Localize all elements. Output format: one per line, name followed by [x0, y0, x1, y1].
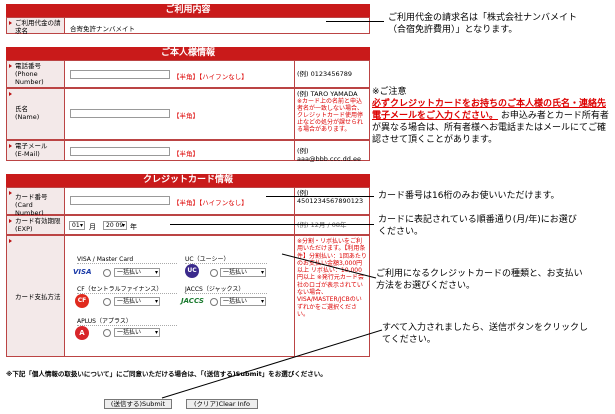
submit-callout-2: てください。: [382, 335, 436, 345]
card-number-example: (例) 4501234567890123: [294, 188, 369, 214]
usage-value: 合寄免許ナンバメイト: [70, 25, 135, 33]
card-payment-label: カード支払方法: [7, 236, 65, 356]
cf-payment-select[interactable]: 一括払い: [114, 297, 160, 306]
cf-radio[interactable]: [103, 298, 111, 306]
phone-row: 電話番号 (Phone Number) 【半角】【ハイフンなし】 (例) 012…: [6, 60, 370, 88]
name-example-note: ※カード上の名前と申込者名が一致しない場合、クレジットカード使用停止などの処分が…: [297, 98, 364, 133]
name-example: (例) TARO YAMADA ※カード上の名前と申込者名が一致しない場合、クレ…: [294, 89, 369, 139]
jaccs-payment-select[interactable]: 一括払い: [220, 297, 266, 306]
uc-payment-select[interactable]: 一括払い: [220, 268, 266, 277]
jaccs-logo: JACCS: [181, 297, 204, 305]
card-payment-callout-line: [281, 253, 377, 279]
submit-callout-line: [161, 329, 383, 399]
aplus-radio[interactable]: [103, 329, 111, 337]
email-note: 【半角】: [173, 150, 199, 158]
visa-logo: VISA: [73, 268, 92, 276]
expiry-year-unit: 年: [130, 223, 137, 231]
jaccs-radio[interactable]: [210, 298, 218, 306]
card-expiry-callout-1: カードに表記されている順番通り(月/年)にお選び: [378, 215, 577, 225]
card-expiry-row: カード有効期限 (EXP) 01 月 20 09 年 (例) 12月 / 08年: [6, 215, 370, 235]
card-payment-callout-1: ご利用になるクレジットカードの種類と、お支払い: [376, 269, 583, 279]
usage-callout-1: ご利用代金の請求名は「株式会社ナンバメイト: [388, 13, 578, 23]
phone-note: 【半角】【ハイフンなし】: [173, 73, 248, 81]
card-number-example-text: (例) 4501234567890123: [297, 189, 364, 205]
card-number-label: カード番号 (Card Number): [7, 188, 65, 217]
usage-callout-line: [326, 21, 384, 22]
email-input[interactable]: [70, 147, 170, 156]
caution-title: ※ご注意: [372, 87, 407, 97]
aplus-payment-select[interactable]: 一括払い: [114, 328, 160, 337]
name-row: 氏名 (Name) 【半角】 (例) TARO YAMADA ※カード上の名前と…: [6, 88, 370, 140]
card-expiry-label: カード有効期限 (EXP): [7, 216, 65, 234]
expiry-month-select[interactable]: 01: [69, 221, 85, 230]
phone-label: 電話番号 (Phone Number): [7, 61, 65, 87]
card-number-callout: カード番号は16桁のみお使いいただけます。: [378, 191, 560, 201]
usage-row: ご利用代金の請求名 合寄免許ナンバメイト: [6, 17, 370, 35]
submit-callout-1: すべて入力されましたら、送信ボタンをクリックし: [382, 323, 589, 333]
submit-button[interactable]: (送信する)Submit: [104, 399, 172, 409]
brand-uc-label: UC（ユーシー）: [185, 256, 267, 264]
card-expiry-example: (例) 12月 / 08年: [294, 216, 369, 234]
usage-callout-2: （合宿免許費用）」となります。: [388, 25, 518, 35]
clear-button[interactable]: (クリア)Clear Info: [186, 399, 258, 409]
visa-payment-select[interactable]: 一括払い: [114, 268, 160, 277]
card-expiry-callout-2: ください。: [378, 227, 424, 237]
usage-label: ご利用代金の請求名: [7, 18, 65, 35]
name-label: 氏名 (Name): [7, 89, 65, 139]
expiry-year-select[interactable]: 20 09: [103, 221, 127, 230]
email-row: 電子メール (E-Mail) 【半角】 (例) aaa@bbb.ccc.dd.e…: [6, 140, 370, 163]
card-number-input[interactable]: [70, 196, 170, 205]
phone-input[interactable]: [70, 70, 170, 79]
card-number-callout-line: [266, 196, 374, 197]
card-number-row: カード番号 (Card Number) 【半角】【ハイフンなし】 (例) 450…: [6, 187, 370, 217]
visa-radio[interactable]: [103, 269, 111, 277]
caution-box: ※ご注意 必ずクレジットカードをお持ちのご本人様の氏名・連絡先電子メールをご入力…: [372, 86, 610, 146]
name-note: 【半角】: [173, 112, 199, 120]
brand-visa-label: VISA / Master Card: [77, 256, 177, 264]
expiry-month-unit: 月: [89, 223, 96, 231]
uc-logo: UC: [185, 264, 199, 278]
card-expiry-callout-line: [170, 224, 374, 225]
personal-section-header: ご本人様情報: [6, 47, 370, 60]
usage-section-header: ご利用内容: [6, 4, 370, 17]
card-section-header: クレジットカード情報: [6, 174, 370, 187]
card-expiry-example-text: (例) 12月 / 08年: [297, 221, 347, 229]
email-example: (例) aaa@bbb.ccc.dd.ee: [294, 141, 369, 163]
card-payment-callout-2: 方法をお選びください。: [376, 281, 476, 291]
email-label: 電子メール (E-Mail): [7, 141, 65, 160]
phone-example: (例) 0123456789: [294, 61, 369, 87]
card-number-note: 【半角】【ハイフンなし】: [173, 199, 248, 207]
name-input[interactable]: [70, 109, 170, 118]
brand-jaccs-label: JACCS（ジャックス）: [185, 286, 267, 294]
brand-cf-label: CF（セントラルファイナンス）: [77, 286, 177, 294]
name-example-text: (例) TARO YAMADA: [297, 90, 358, 98]
email-example-text: (例) aaa@bbb.ccc.dd.ee: [297, 147, 361, 163]
brand-aplus-label: APLUS（アプラス）: [77, 318, 177, 326]
phone-example-text: (例) 0123456789: [297, 70, 352, 78]
aplus-logo: A: [75, 326, 89, 340]
uc-radio[interactable]: [210, 269, 218, 277]
cf-logo: CF: [75, 294, 89, 308]
